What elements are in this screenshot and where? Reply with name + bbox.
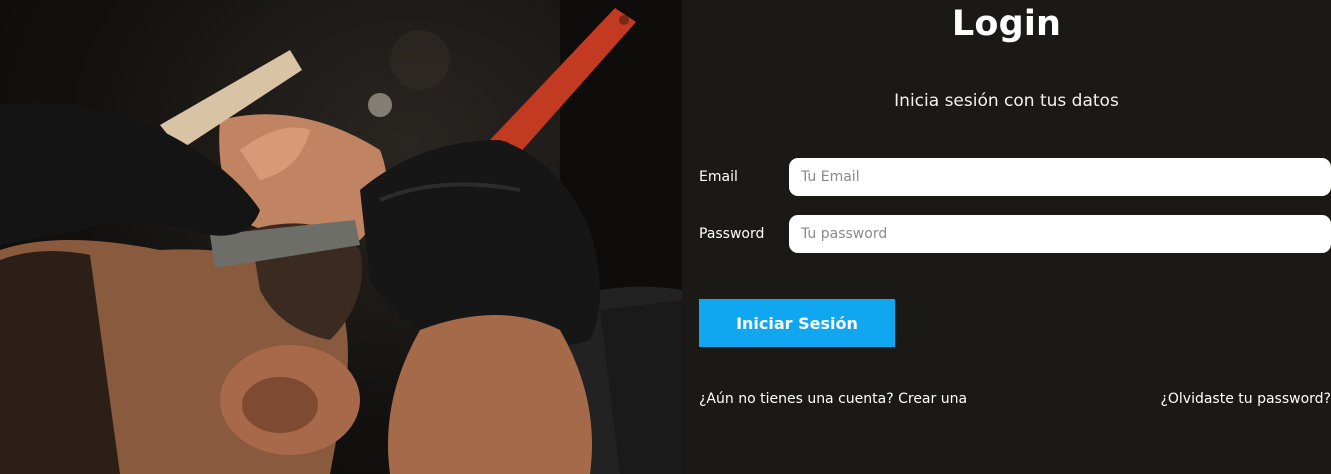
- password-row: Password: [699, 215, 1331, 253]
- login-panel: Login Inicia sesión con tus datos Email …: [682, 0, 1331, 474]
- signup-link[interactable]: ¿Aún no tienes una cuenta? Crear una: [699, 391, 967, 407]
- login-page: Login Inicia sesión con tus datos Email …: [0, 0, 1331, 474]
- forgot-password-link[interactable]: ¿Olvidaste tu password?: [1160, 391, 1331, 407]
- email-row: Email: [699, 158, 1331, 196]
- email-field[interactable]: [789, 158, 1331, 196]
- login-button[interactable]: Iniciar Sesión: [699, 299, 895, 347]
- password-field[interactable]: [789, 215, 1331, 253]
- email-label: Email: [699, 169, 738, 185]
- page-subtitle: Inicia sesión con tus datos: [894, 91, 1119, 111]
- barber-illustration: [0, 0, 682, 474]
- password-label: Password: [699, 226, 765, 242]
- page-title: Login: [951, 4, 1062, 44]
- barber-photo: [0, 0, 682, 474]
